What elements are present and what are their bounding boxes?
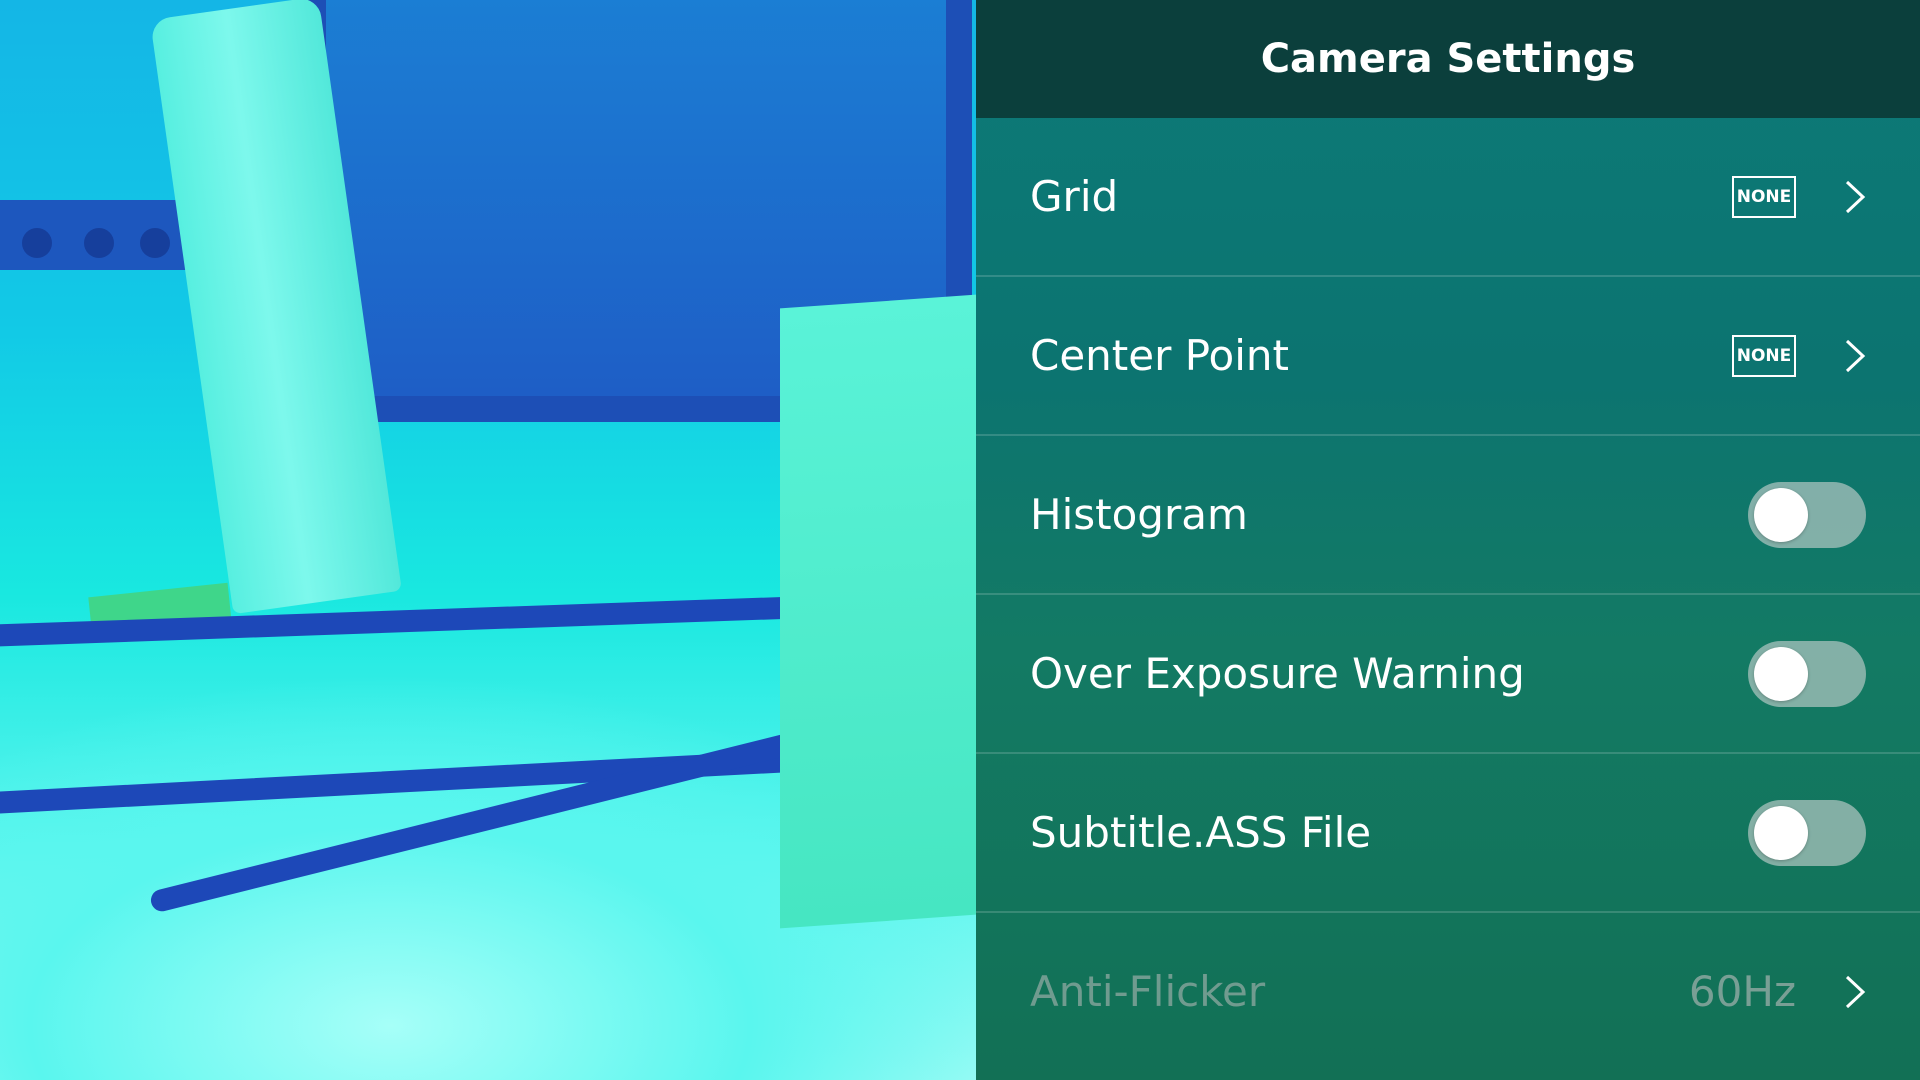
setting-label: Center Point — [1030, 331, 1289, 380]
settings-panel: Camera Settings Grid NONE Center Point N… — [976, 0, 1920, 1080]
toggle-knob — [1754, 805, 1808, 860]
none-badge: NONE — [1732, 175, 1796, 218]
preview-knob — [22, 228, 52, 258]
setting-row-histogram: Histogram — [976, 436, 1920, 595]
preview-knob — [140, 228, 170, 258]
chevron-right-icon[interactable] — [1844, 975, 1866, 1009]
toggle-knob — [1754, 487, 1808, 542]
subtitle-ass-file-toggle[interactable] — [1748, 799, 1866, 866]
none-badge: NONE — [1732, 334, 1796, 377]
chevron-right-icon[interactable] — [1844, 180, 1866, 214]
toggle-knob — [1754, 646, 1808, 701]
setting-row-over-exposure-warning: Over Exposure Warning — [976, 595, 1920, 754]
setting-label: Anti-Flicker — [1030, 967, 1266, 1016]
anti-flicker-value: 60Hz — [1688, 967, 1796, 1016]
over-exposure-warning-toggle[interactable] — [1748, 640, 1866, 707]
setting-label: Over Exposure Warning — [1030, 649, 1525, 698]
setting-row-anti-flicker[interactable]: Anti-Flicker 60Hz — [976, 913, 1920, 1070]
preview-knob — [84, 228, 114, 258]
setting-label: Histogram — [1030, 490, 1248, 539]
camera-preview — [0, 0, 976, 1080]
setting-label: Grid — [1030, 172, 1119, 221]
setting-label: Subtitle.ASS File — [1030, 808, 1372, 857]
preview-box — [780, 291, 976, 929]
settings-header: Camera Settings — [976, 0, 1920, 118]
setting-row-center-point[interactable]: Center Point NONE — [976, 277, 1920, 436]
setting-row-grid[interactable]: Grid NONE — [976, 118, 1920, 277]
page-title: Camera Settings — [1260, 36, 1636, 82]
setting-row-subtitle-ass-file: Subtitle.ASS File — [976, 754, 1920, 913]
chevron-right-icon[interactable] — [1844, 339, 1866, 373]
histogram-toggle[interactable] — [1748, 481, 1866, 548]
